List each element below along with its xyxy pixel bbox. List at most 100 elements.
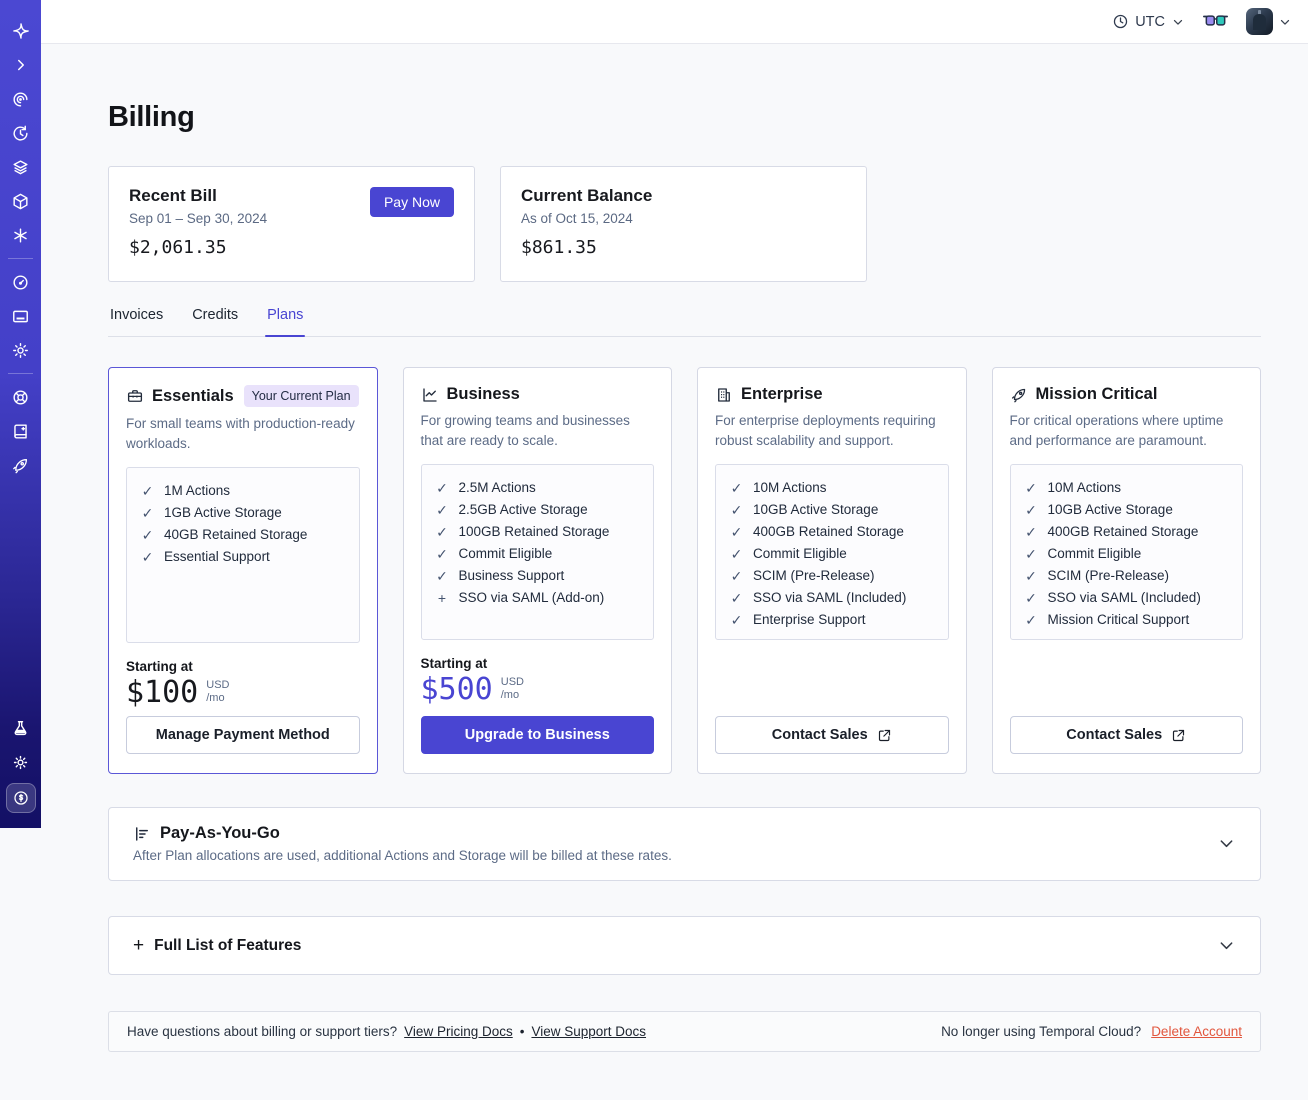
contact-sales-button[interactable]: Contact Sales bbox=[715, 716, 949, 754]
check-icon: ✓ bbox=[436, 568, 448, 584]
billing-page: Billing Recent Bill Sep 01 – Sep 30, 202… bbox=[41, 44, 1308, 1100]
price-unit: USD /mo bbox=[206, 676, 229, 705]
manage-payment-method-button[interactable]: Manage Payment Method bbox=[126, 716, 360, 754]
tab-plans[interactable]: Plans bbox=[265, 307, 306, 337]
currency: USD bbox=[500, 676, 524, 688]
check-icon: ✓ bbox=[730, 524, 743, 540]
price-amount: $100 bbox=[126, 675, 199, 710]
tab-invoices[interactable]: Invoices bbox=[108, 307, 165, 336]
docs-book-icon[interactable] bbox=[4, 414, 38, 448]
check-icon: ✓ bbox=[730, 612, 743, 628]
check-icon: ✓ bbox=[1025, 612, 1037, 628]
feature-text: SCIM (Pre-Release) bbox=[1047, 568, 1170, 583]
check-icon: ✓ bbox=[1025, 524, 1037, 540]
feature-box: ✓ 10M Actions ✓ 10GB Active Storage ✓ 400GB… bbox=[715, 464, 949, 640]
feedback-glasses-icon[interactable] bbox=[1203, 14, 1228, 29]
sidebar bbox=[0, 0, 41, 828]
feature-text: SSO via SAML (Included) bbox=[753, 590, 907, 605]
plan-card-mission-critical: Mission Critical For critical operations… bbox=[991, 367, 1261, 774]
page-title: Billing bbox=[108, 101, 195, 133]
period: /mo bbox=[500, 689, 520, 701]
current-plan-badge: Your Current Plan bbox=[243, 385, 359, 407]
plus-icon: + bbox=[437, 590, 447, 606]
feature-text: 1M Actions bbox=[164, 483, 231, 498]
cube-icon[interactable] bbox=[4, 184, 38, 218]
nexus-asterisk-icon[interactable] bbox=[4, 218, 38, 252]
delete-prompt: No longer using Temporal Cloud? bbox=[941, 1024, 1142, 1039]
check-icon: ✓ bbox=[730, 590, 743, 606]
feature-text: 100GB Retained Storage bbox=[458, 524, 610, 539]
building-icon bbox=[715, 386, 733, 404]
delete-account-link[interactable]: Delete Account bbox=[1151, 1024, 1242, 1039]
recent-bill-card: Recent Bill Sep 01 – Sep 30, 2024 $2,061… bbox=[108, 166, 475, 282]
plan-card-enterprise: Enterprise For enterprise deployments re… bbox=[697, 367, 967, 774]
feature-text: 10M Actions bbox=[1047, 480, 1122, 495]
theme-sun-icon[interactable] bbox=[4, 745, 38, 779]
feature-text: 1GB Active Storage bbox=[164, 505, 282, 520]
view-pricing-docs-link[interactable]: View Pricing Docs bbox=[404, 1024, 513, 1039]
chevron-down-icon bbox=[1278, 15, 1292, 29]
feature-text: 2.5M Actions bbox=[458, 480, 536, 495]
feature-text: 40GB Retained Storage bbox=[164, 527, 308, 542]
full-features-title: Full List of Features bbox=[154, 936, 302, 954]
user-menu[interactable] bbox=[1246, 8, 1292, 35]
invoices-card-icon[interactable] bbox=[4, 299, 38, 333]
plan-name: Enterprise bbox=[741, 385, 823, 403]
getting-started-rocket-icon[interactable] bbox=[4, 448, 38, 482]
footer-question: Have questions about billing or support … bbox=[127, 1024, 398, 1039]
contact-sales-button[interactable]: Contact Sales bbox=[1009, 716, 1243, 754]
toolbox-icon bbox=[126, 387, 144, 405]
support-lifering-icon[interactable] bbox=[4, 380, 38, 414]
rates-chart-icon bbox=[133, 825, 151, 843]
billing-tabs: Invoices Credits Plans bbox=[108, 307, 1261, 337]
feature-text: SCIM (Pre-Release) bbox=[753, 568, 875, 583]
plan-description: For critical operations where uptime and… bbox=[1009, 413, 1224, 448]
rocket-icon bbox=[1010, 386, 1028, 404]
current-balance-asof: As of Oct 15, 2024 bbox=[521, 211, 633, 226]
chevron-down-icon bbox=[1217, 936, 1236, 955]
plan-description: For growing teams and businesses that ar… bbox=[420, 413, 630, 448]
feature-text: Commit Eligible bbox=[753, 546, 847, 561]
tab-credits[interactable]: Credits bbox=[190, 307, 240, 336]
contact-sales-label: Contact Sales bbox=[1066, 727, 1163, 743]
schedules-icon[interactable] bbox=[4, 116, 38, 150]
chart-line-icon bbox=[421, 386, 439, 404]
sidebar-divider bbox=[8, 258, 33, 259]
price-block: Starting at $100 USD /mo bbox=[126, 659, 360, 710]
payg-description: After Plan allocations are used, additio… bbox=[133, 848, 672, 863]
expand-chevron-right-icon[interactable] bbox=[4, 48, 38, 82]
plans-row: Essentials Your Current Plan For small t… bbox=[108, 367, 1261, 774]
check-icon: ✓ bbox=[1025, 480, 1037, 496]
labs-flask-icon[interactable] bbox=[4, 711, 38, 745]
price-unit: USD /mo bbox=[501, 673, 524, 702]
settings-gear-icon[interactable] bbox=[4, 333, 38, 367]
payg-accordion[interactable]: Pay-As-You-Go After Plan allocations are… bbox=[108, 807, 1261, 881]
billing-dollar-icon[interactable] bbox=[5, 783, 36, 813]
timezone-label: UTC bbox=[1135, 13, 1165, 30]
temporal-logo-icon[interactable] bbox=[4, 14, 38, 48]
feature-text: Essential Support bbox=[164, 549, 270, 564]
feature-text: 400GB Retained Storage bbox=[753, 524, 904, 539]
plan-description: For small teams with production-ready wo… bbox=[126, 416, 355, 451]
usage-gauge-icon[interactable] bbox=[4, 265, 38, 299]
upgrade-to-business-button[interactable]: Upgrade to Business bbox=[420, 716, 654, 754]
view-support-docs-link[interactable]: View Support Docs bbox=[531, 1024, 646, 1039]
check-icon: ✓ bbox=[1025, 590, 1037, 606]
feature-text: 10M Actions bbox=[753, 480, 827, 495]
bullet-separator: • bbox=[519, 1024, 525, 1039]
check-icon: ✓ bbox=[436, 524, 448, 540]
price-block: Starting at $500 USD /mo bbox=[421, 656, 655, 707]
external-link-icon bbox=[877, 728, 892, 743]
price-amount: $500 bbox=[420, 672, 493, 707]
summary-row: Recent Bill Sep 01 – Sep 30, 2024 $2,061… bbox=[108, 166, 1261, 282]
payg-title: Pay-As-You-Go bbox=[160, 824, 280, 842]
feature-text: Business Support bbox=[458, 568, 565, 583]
timezone-picker[interactable]: UTC bbox=[1112, 13, 1185, 30]
feature-text: SSO via SAML (Add-on) bbox=[458, 590, 605, 605]
pay-now-button[interactable]: Pay Now bbox=[369, 187, 454, 217]
sidebar-divider bbox=[8, 373, 33, 374]
namespaces-icon[interactable] bbox=[4, 82, 38, 116]
full-features-accordion[interactable]: + Full List of Features bbox=[108, 916, 1261, 975]
current-balance-amount: $861.35 bbox=[521, 237, 597, 258]
layers-icon[interactable] bbox=[4, 150, 38, 184]
